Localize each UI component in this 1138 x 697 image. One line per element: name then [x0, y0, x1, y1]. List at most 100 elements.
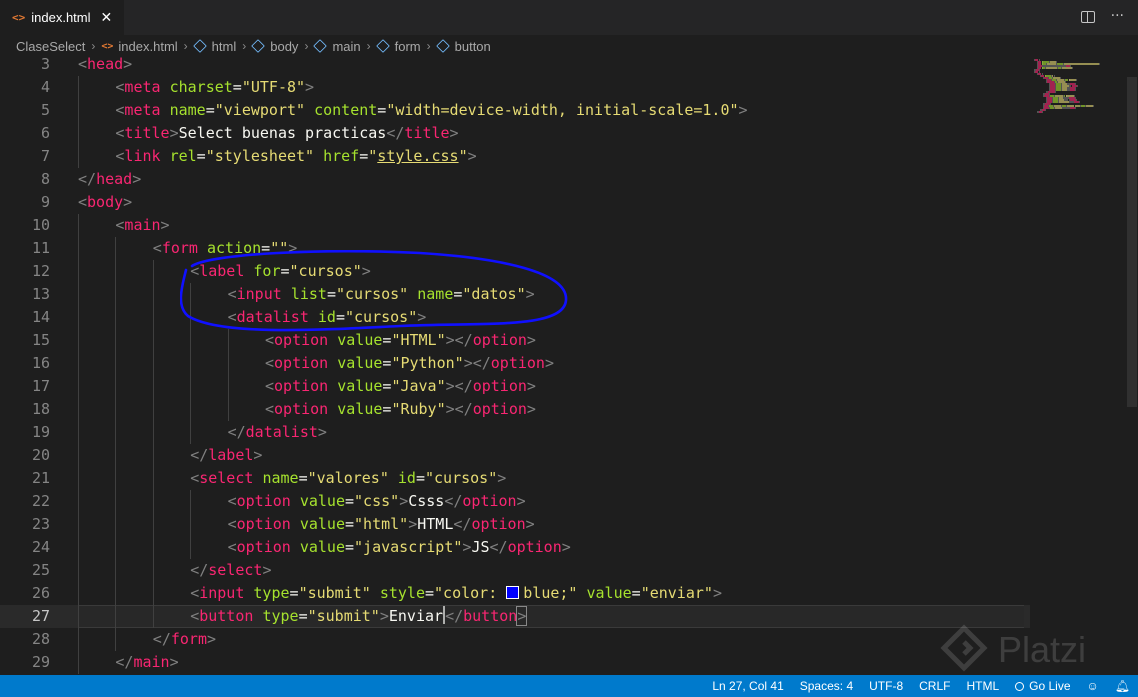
code-editor[interactable]: 3 <head> 4 <meta charset="UTF-8"> 5 <meta nam…	[0, 53, 1138, 675]
string-value: "cursos"	[345, 308, 418, 326]
tag-name: meta	[124, 78, 161, 96]
code-content: <body>	[78, 191, 132, 214]
code-line[interactable]: 19 </datalist>	[0, 421, 1030, 444]
tab-bar: <> index.html ✕ ···	[0, 0, 1138, 36]
code-line[interactable]: 14 <datalist id="cursos">	[0, 306, 1030, 329]
cursor-position[interactable]: Ln 27, Col 41	[704, 679, 791, 693]
bracket: </	[472, 354, 491, 372]
text: =	[345, 538, 355, 556]
code-line[interactable]: 20 </label>	[0, 444, 1030, 467]
breadcrumb-item-form[interactable]: › form	[361, 39, 421, 54]
indentation[interactable]: Spaces: 4	[792, 679, 861, 693]
code-line[interactable]: 10 <main>	[0, 214, 1030, 237]
code-line[interactable]: 7 <link rel="stylesheet" href="style.css"…	[0, 145, 1030, 168]
bracket: >	[445, 400, 455, 418]
code-line[interactable]: 9 <body>	[0, 191, 1030, 214]
close-icon[interactable]: ✕	[101, 10, 113, 26]
code-line[interactable]: 17 <option value="Java"></option>	[0, 375, 1030, 398]
string-value: "datos"	[462, 285, 526, 303]
bracket: </	[489, 538, 508, 556]
scrollbar-thumb[interactable]	[1127, 77, 1137, 407]
code-line[interactable]: 24 <option value="javascript">JS</option>	[0, 536, 1030, 559]
text	[305, 101, 314, 119]
code-line[interactable]: 11 <form action="">	[0, 237, 1030, 260]
text: =	[345, 492, 355, 510]
string-value: "color:	[434, 584, 507, 602]
bracket: </	[386, 124, 405, 142]
color-swatch-blue[interactable]	[506, 586, 520, 599]
attribute-name: for	[253, 262, 281, 280]
bracket: >	[132, 170, 142, 188]
code-line[interactable]: 8 </head>	[0, 168, 1030, 191]
tag-name: option	[274, 377, 329, 395]
breadcrumb-item-body[interactable]: › body	[236, 39, 298, 54]
code-line[interactable]: 28 </form>	[0, 628, 1030, 651]
code-line[interactable]: 5 <meta name="viewport" content="width=de…	[0, 99, 1030, 122]
minimap-token	[1075, 107, 1077, 109]
tag-name: body	[87, 193, 124, 211]
minimap-token	[1099, 63, 1101, 65]
link-value: style.css	[377, 147, 459, 165]
code-line[interactable]: 4 <meta charset="UTF-8">	[0, 76, 1030, 99]
go-live-button[interactable]: Go Live	[1007, 679, 1078, 693]
code-line[interactable]: 13 <input list="cursos" name="datos">	[0, 283, 1030, 306]
bracket: </	[190, 446, 209, 464]
indent-guide	[152, 260, 154, 283]
symbol-element-icon	[192, 39, 207, 53]
code-line[interactable]: 29 </main>	[0, 651, 1030, 674]
indent-guide	[152, 536, 154, 559]
bracket: >	[317, 423, 327, 441]
text: =	[335, 308, 345, 326]
code-content: <form action="">	[153, 237, 298, 260]
code-line[interactable]: 3 <head>	[0, 53, 1030, 76]
code-line[interactable]: 6 <title>Select buenas practicas</title>	[0, 122, 1030, 145]
code-line[interactable]: 15 <option value="HTML"></option>	[0, 329, 1030, 352]
code-line[interactable]: 18 <option value="Ruby"></option>	[0, 398, 1030, 421]
breadcrumb-item-button[interactable]: › button	[421, 39, 491, 54]
tab-index-html[interactable]: <> index.html ✕	[0, 0, 124, 35]
code-line[interactable]: 26 <input type="submit" style="color: blu…	[0, 582, 1030, 605]
breadcrumb-item-index-html[interactable]: › <> index.html	[85, 39, 177, 54]
more-actions-icon[interactable]: ···	[1111, 8, 1124, 24]
code-line[interactable]: 12 <label for="cursos">	[0, 260, 1030, 283]
bracket: >	[526, 377, 536, 395]
bracket: >	[525, 515, 535, 533]
minimap-token	[1058, 101, 1070, 103]
code-line[interactable]: 21 <select name="valores" id="cursos">	[0, 467, 1030, 490]
bracket: >	[169, 124, 179, 142]
bracket: </	[445, 607, 464, 625]
indent-guide	[190, 513, 192, 536]
line-ending[interactable]: CRLF	[911, 679, 958, 693]
notifications-bell-icon[interactable]: 🔔︎	[1107, 679, 1138, 693]
attribute-name: value	[337, 354, 383, 372]
text: JS	[471, 538, 490, 556]
bracket: >	[361, 262, 371, 280]
bracket: >	[516, 492, 526, 510]
breadcrumb-item-main[interactable]: › main	[298, 39, 360, 54]
code-line[interactable]: 22 <option value="css">Csss</option>	[0, 490, 1030, 513]
bracket: >	[288, 239, 298, 257]
encoding[interactable]: UTF-8	[861, 679, 911, 693]
indent-guide	[152, 490, 154, 513]
minimap[interactable]	[1032, 57, 1124, 119]
breadcrumb-item-claseselect[interactable]: ClaseSelect	[16, 39, 85, 54]
string-value: blue;"	[523, 584, 578, 602]
vertical-scrollbar[interactable]	[1124, 57, 1138, 675]
code-line[interactable]: 27 <button type="submit">Enviar </button>	[0, 605, 1030, 628]
code-line[interactable]: 23 <option value="html">HTML</option>	[0, 513, 1030, 536]
breadcrumb-item-html[interactable]: › html	[178, 39, 237, 54]
text	[408, 285, 417, 303]
attribute-name: type	[253, 584, 290, 602]
split-editor-icon[interactable]	[1080, 11, 1095, 23]
feedback-icon[interactable]: ☺	[1079, 679, 1107, 693]
code-line[interactable]: 25 </select>	[0, 559, 1030, 582]
platzi-watermark: Platzi	[940, 624, 1086, 672]
language-mode[interactable]: HTML	[958, 679, 1007, 693]
code-line[interactable]: 16 <option value="Python"></option>	[0, 352, 1030, 375]
bracket: <	[265, 400, 275, 418]
text	[291, 492, 300, 510]
line-number: 24	[31, 538, 50, 556]
bracket: <	[227, 515, 237, 533]
minimap-token	[1079, 101, 1081, 103]
code-content: </head>	[78, 168, 141, 191]
